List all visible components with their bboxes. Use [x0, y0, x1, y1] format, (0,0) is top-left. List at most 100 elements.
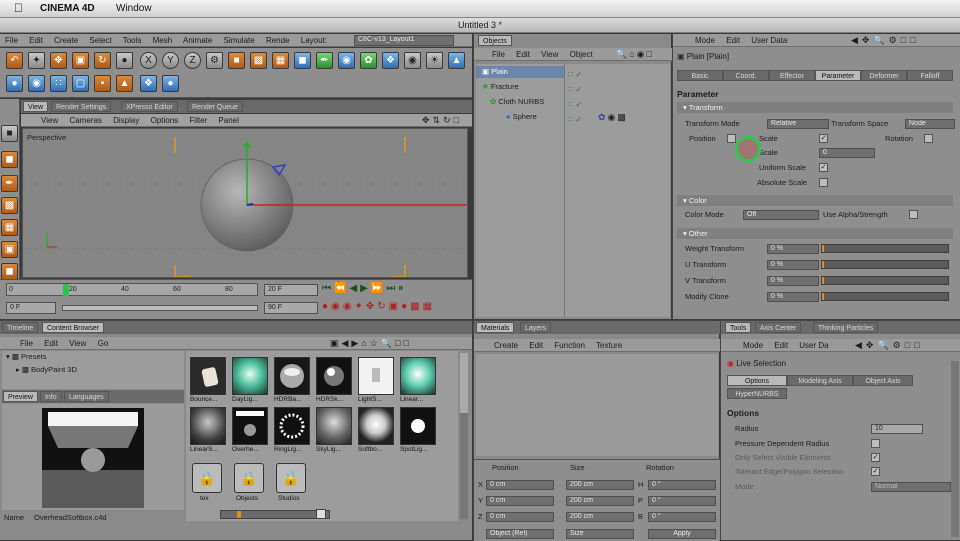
- thumb-overhead[interactable]: [232, 407, 268, 445]
- subtab-object-axis[interactable]: Object Axis: [853, 375, 913, 386]
- tools-mode-dropdown[interactable]: Normal: [871, 482, 951, 492]
- use-alpha-checkbox[interactable]: [909, 210, 918, 219]
- undo-icon[interactable]: ↶: [6, 52, 23, 69]
- current-frame-field[interactable]: 20 F: [264, 284, 318, 296]
- tab-layers[interactable]: Layers: [520, 322, 552, 333]
- z-axis-icon[interactable]: Z: [184, 52, 201, 69]
- v-transform-field[interactable]: 0 %: [767, 276, 819, 286]
- tab-timeline[interactable]: Timeline: [2, 322, 39, 333]
- tab-view[interactable]: View: [23, 101, 49, 112]
- tab-tools[interactable]: Tools: [725, 322, 752, 333]
- menu-render[interactable]: Rende: [266, 36, 290, 45]
- scale-checkbox[interactable]: ✓: [819, 134, 828, 143]
- polygon-mode-icon[interactable]: ▣: [1, 241, 18, 258]
- thumb-bounce[interactable]: [190, 357, 226, 395]
- x-axis-icon[interactable]: X: [140, 52, 157, 69]
- objects-menu-view[interactable]: View: [541, 50, 558, 59]
- sphere-tags-icons[interactable]: ✿◉▩: [598, 112, 628, 123]
- viewport-menu-panel[interactable]: Panel: [218, 116, 238, 125]
- browser-menu-view[interactable]: View: [69, 339, 86, 348]
- tab-objects[interactable]: Objects: [478, 35, 512, 46]
- materials-menu-texture[interactable]: Texture: [596, 341, 622, 350]
- rotate-icon[interactable]: ↻: [94, 52, 111, 69]
- materials-menu-edit[interactable]: Edit: [529, 341, 543, 350]
- nurbs-icon[interactable]: ✿: [360, 52, 377, 69]
- subtab-modeling-axis[interactable]: Modeling Axis: [787, 375, 853, 386]
- browser-menu-file[interactable]: File: [20, 339, 33, 348]
- edge-mode-icon[interactable]: ▦: [1, 219, 18, 236]
- tools-menu-edit[interactable]: Edit: [774, 341, 788, 350]
- live-selection-icon[interactable]: ✦: [28, 52, 45, 69]
- coord-apply-button[interactable]: Apply: [648, 529, 716, 539]
- objects-menu-edit[interactable]: Edit: [516, 50, 530, 59]
- tab-coord[interactable]: Coord.: [723, 70, 769, 81]
- thumb-ringlight[interactable]: [274, 407, 310, 445]
- snapping-icon[interactable]: ●: [162, 75, 179, 92]
- materials-menu-create[interactable]: Create: [494, 341, 518, 350]
- coord-size-mode-dropdown[interactable]: Size: [566, 529, 634, 539]
- coord-x-size[interactable]: 200 cm: [566, 480, 634, 490]
- coord-object-mode-dropdown[interactable]: Object (Rel): [486, 529, 554, 539]
- point-mode-icon[interactable]: ▩: [1, 197, 18, 214]
- scale-icon[interactable]: ▣: [72, 52, 89, 69]
- color-mode-dropdown[interactable]: Off: [743, 210, 819, 220]
- points-mode-icon[interactable]: ∷: [50, 75, 67, 92]
- menu-select[interactable]: Select: [89, 36, 111, 45]
- tab-thinking-particles[interactable]: Thinking Particles: [813, 322, 879, 333]
- tab-parameter[interactable]: Parameter: [815, 70, 861, 81]
- tools-menu-user-data[interactable]: User Da: [799, 341, 828, 350]
- floor-icon[interactable]: ▲: [448, 52, 465, 69]
- thumb-hdrsky[interactable]: [316, 357, 352, 395]
- v-transform-slider[interactable]: [821, 276, 949, 285]
- modify-clone-field[interactable]: 0 %: [767, 292, 819, 302]
- tab-preview[interactable]: Preview: [3, 391, 38, 402]
- playhead[interactable]: [63, 284, 69, 296]
- position-checkbox[interactable]: [727, 134, 736, 143]
- keyframe-controls[interactable]: ●◉◉✦✥↻▣●▩▦: [322, 301, 435, 312]
- materials-menu-function[interactable]: Function: [554, 341, 585, 350]
- light-icon[interactable]: ☀: [426, 52, 443, 69]
- only-visible-checkbox[interactable]: ✓: [871, 453, 880, 462]
- radius-field[interactable]: 10: [871, 424, 923, 434]
- texture-mode-icon[interactable]: ◉: [28, 75, 45, 92]
- rotation-checkbox[interactable]: [924, 134, 933, 143]
- recent-icon[interactable]: ●: [116, 52, 133, 69]
- tree-presets[interactable]: ▾ ▩ Presets: [6, 351, 46, 363]
- axis-mode-icon[interactable]: ▲: [116, 75, 133, 92]
- tab-content-browser[interactable]: Content Browser: [42, 322, 105, 333]
- subtab-options[interactable]: Options: [727, 375, 787, 386]
- app-menu[interactable]: CINEMA 4D: [40, 3, 95, 14]
- viewport-menu-filter[interactable]: Filter: [189, 116, 207, 125]
- scale-value-field[interactable]: 0: [819, 148, 875, 158]
- transform-section-header[interactable]: ▾ Transform: [677, 102, 953, 113]
- end-frame-field[interactable]: 90 F: [264, 302, 318, 314]
- tab-axis-center[interactable]: Axis Center: [755, 322, 802, 333]
- move-icon[interactable]: ✥: [50, 52, 67, 69]
- coord-x-position[interactable]: 0 cm: [486, 480, 554, 490]
- tab-falloff[interactable]: Falloff: [907, 70, 953, 81]
- absolute-scale-checkbox[interactable]: [819, 178, 828, 187]
- coord-system-icon[interactable]: ⚙: [206, 52, 223, 69]
- attr-menu-mode[interactable]: Mode: [695, 36, 715, 45]
- object-row-fracture[interactable]: ❖ Fracture: [480, 81, 519, 93]
- other-section-header[interactable]: ▾ Other: [677, 228, 953, 239]
- range-slider[interactable]: [62, 305, 258, 311]
- subtab-hypernurbs[interactable]: HyperNURBS: [727, 388, 787, 399]
- pressure-radius-checkbox[interactable]: [871, 439, 880, 448]
- start-frame-field[interactable]: 0 F: [6, 302, 56, 314]
- menu-file[interactable]: File: [5, 36, 18, 45]
- thumb-softbox[interactable]: [358, 407, 394, 445]
- thumb-spotlight[interactable]: [400, 407, 436, 445]
- apple-icon[interactable]: : [14, 1, 23, 15]
- menu-simulate[interactable]: Simulate: [224, 36, 255, 45]
- edges-mode-icon[interactable]: ▢: [72, 75, 89, 92]
- y-axis-icon[interactable]: Y: [162, 52, 179, 69]
- tab-basic[interactable]: Basic: [677, 70, 723, 81]
- cube-icon[interactable]: ◼: [294, 52, 311, 69]
- tab-info[interactable]: Info: [40, 391, 62, 402]
- object-row-cloth-nurbs[interactable]: ✿ Cloth NURBS: [490, 96, 544, 108]
- thumb-linearsoftbox[interactable]: [190, 407, 226, 445]
- viewport-menu-options[interactable]: Options: [151, 116, 179, 125]
- color-section-header[interactable]: ▾ Color: [677, 195, 953, 206]
- coord-p-rotation[interactable]: 0 °: [648, 496, 716, 506]
